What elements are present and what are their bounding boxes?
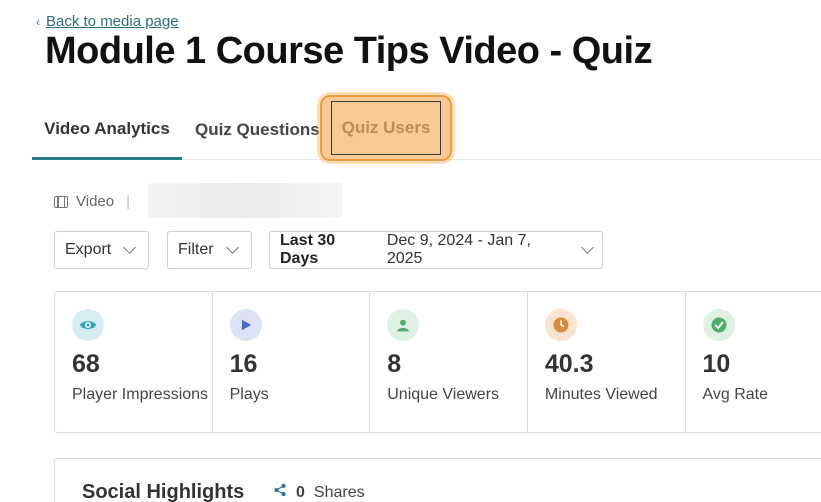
share-icon (273, 483, 287, 502)
stat-label: Unique Viewers (387, 386, 500, 403)
stat-value: 8 (387, 350, 402, 378)
stat-plays: 16 Plays (213, 292, 371, 432)
export-dropdown[interactable]: Export (54, 231, 149, 269)
stat-label: Avg Rate (702, 386, 769, 403)
check-icon (702, 309, 735, 341)
tab-video-analytics[interactable]: Video Analytics (32, 100, 182, 160)
stat-value: 68 (72, 350, 100, 378)
user-icon (387, 309, 420, 341)
stat-label: Minutes Viewed (544, 386, 658, 403)
date-range-dates: Dec 9, 2024 - Jan 7, 2025 (386, 232, 531, 267)
stat-value: 16 (229, 350, 258, 378)
tab-quiz-questions[interactable]: Quiz Questions (195, 100, 320, 160)
social-highlights-heading: Social Highlights (82, 481, 245, 502)
tab-quiz-users-label[interactable]: Quiz Users (331, 101, 441, 155)
filter-label: Filter (178, 241, 214, 258)
stat-value: 40.3 (544, 350, 594, 378)
stat-value: 10 (702, 350, 731, 378)
separator: | (126, 193, 130, 210)
stat-label: Plays (229, 386, 269, 403)
page-title: Module 1 Course Tips Video - Quiz (45, 30, 653, 72)
date-range-label: Last 30 Days (280, 232, 336, 267)
date-range-dropdown[interactable]: Last 30 Days Dec 9, 2024 - Jan 7, 2025 (269, 231, 603, 269)
social-highlights-panel: Social Highlights 0 Shares (54, 458, 821, 502)
play-icon (229, 309, 262, 341)
controls-row: Export Filter Last 30 Days Dec 9, 2024 -… (0, 231, 821, 269)
chevron-down-icon (581, 241, 594, 254)
stat-minutes-viewed: 40.3 Minutes Viewed (528, 292, 686, 432)
stat-unique-viewers: 8 Unique Viewers (370, 292, 528, 432)
stat-avg-rate: 10 Avg Rate (686, 292, 821, 432)
tab-quiz-users[interactable]: Quiz Users (320, 95, 452, 161)
back-link-label[interactable]: Back to media page (46, 13, 179, 30)
stats-panel: 68 Player Impressions 16 Plays 8 Unique … (54, 291, 821, 433)
clock-icon (544, 309, 577, 341)
stat-player-impressions: 68 Player Impressions (55, 292, 213, 432)
filter-dropdown[interactable]: Filter (167, 231, 252, 269)
chevron-left-icon: ‹ (36, 14, 40, 29)
stat-label: Player Impressions (72, 386, 209, 403)
shares-summary: 0 Shares (273, 483, 365, 502)
back-link[interactable]: ‹ Back to media page (36, 13, 179, 30)
tab-bar: Video Analytics Quiz Questions Quiz User… (32, 95, 821, 161)
redacted-media-name (148, 183, 343, 218)
chevron-down-icon (123, 241, 137, 254)
media-info: Video | (54, 193, 130, 210)
shares-count: 0 (296, 483, 305, 501)
shares-label: Shares (313, 483, 365, 501)
eye-icon (72, 309, 104, 341)
chevron-down-icon (225, 241, 239, 254)
media-type-label: Video (76, 193, 115, 210)
film-icon (54, 195, 68, 208)
export-label: Export (65, 241, 112, 258)
